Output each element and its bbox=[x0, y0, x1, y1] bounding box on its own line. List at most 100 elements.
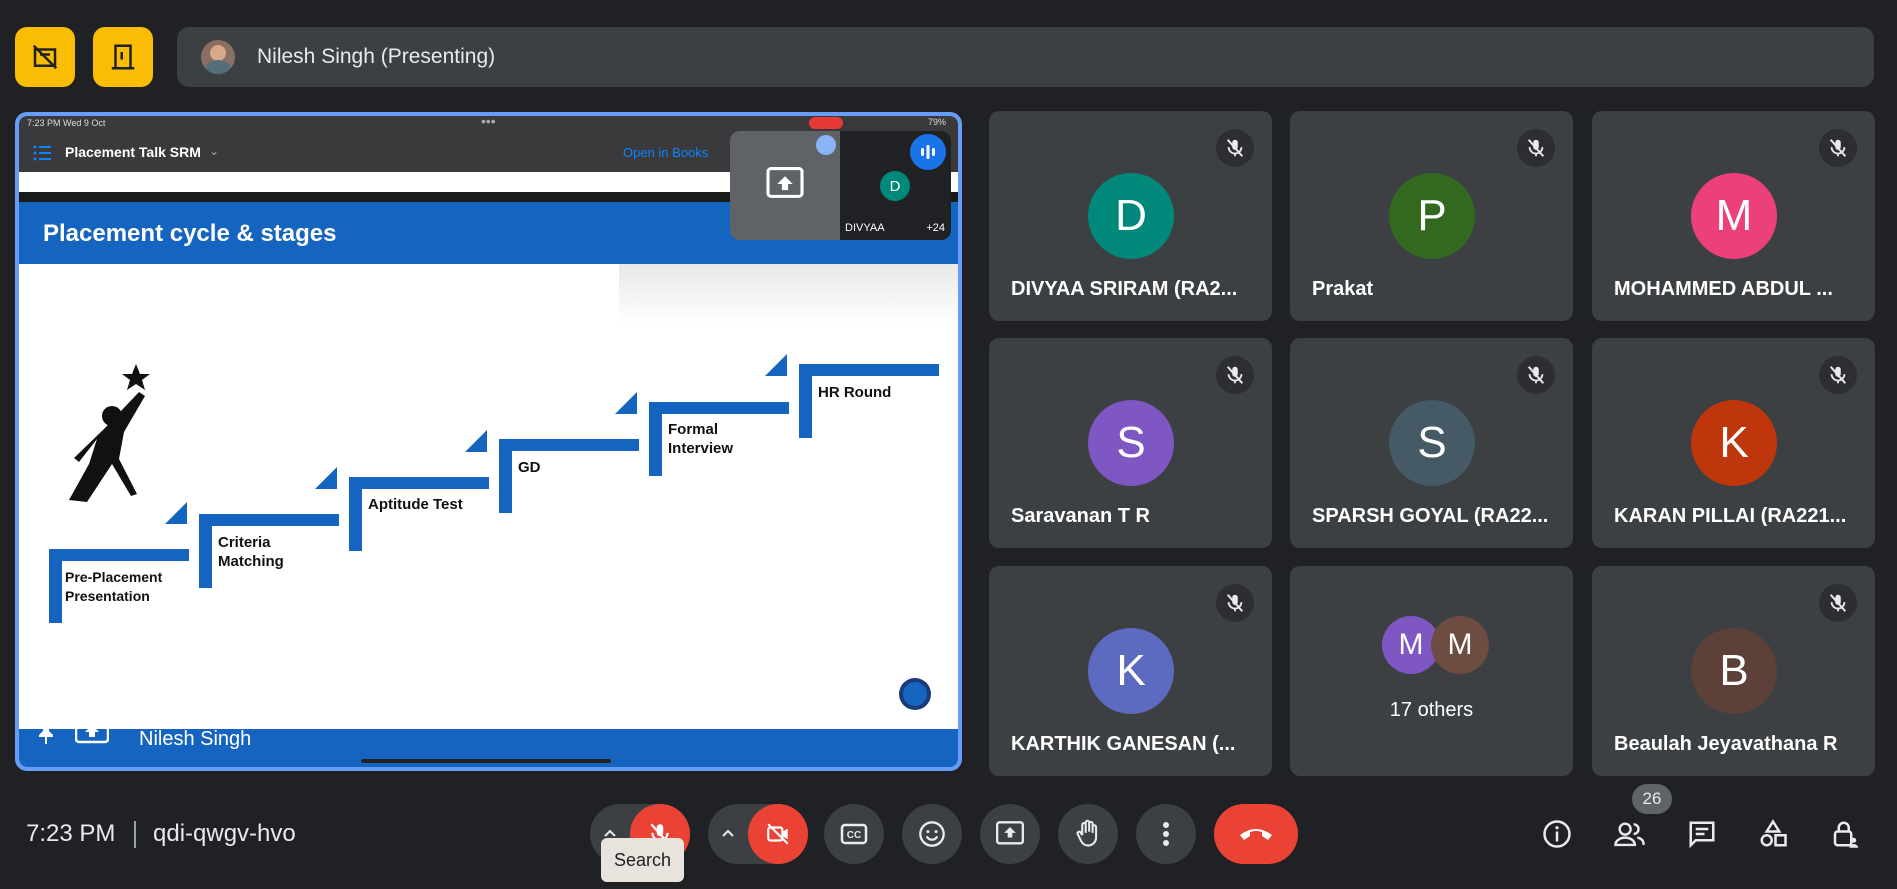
meeting-code[interactable]: qdi-qwgv-hvo bbox=[153, 820, 296, 848]
muted-indicator bbox=[1216, 584, 1254, 622]
audio-indicator-icon bbox=[816, 135, 836, 155]
participant-name: SPARSH GOYAL (RA22... bbox=[1312, 505, 1549, 527]
search-tooltip: Search bbox=[601, 838, 684, 882]
door-icon bbox=[111, 44, 135, 70]
participant-name: Prakat bbox=[1312, 278, 1374, 300]
people-icon bbox=[1614, 822, 1645, 847]
footer-divider bbox=[134, 821, 136, 848]
chat-icon bbox=[1689, 821, 1715, 849]
participant-tile[interactable]: B Beaulah Jeyavathana R bbox=[1592, 566, 1875, 776]
participant-name: Beaulah Jeyavathana R bbox=[1614, 733, 1838, 755]
mic-off-icon bbox=[1226, 366, 1244, 384]
reactions-button[interactable] bbox=[902, 804, 962, 864]
camera-button[interactable] bbox=[748, 804, 808, 864]
participant-avatar: K bbox=[1691, 400, 1777, 486]
chevron-up-icon bbox=[722, 829, 734, 837]
muted-indicator bbox=[1819, 129, 1857, 167]
people-button[interactable] bbox=[1610, 814, 1650, 854]
participant-tile[interactable]: K KARTHIK GANESAN (... bbox=[989, 566, 1272, 776]
participant-avatar: D bbox=[1088, 173, 1174, 259]
participant-avatar: S bbox=[1389, 400, 1475, 486]
participant-tile[interactable]: P Prakat bbox=[1290, 111, 1573, 321]
participant-tile[interactable]: M M 17 others bbox=[1290, 566, 1573, 776]
presenter-banner: Nilesh Singh (Presenting) bbox=[177, 27, 1874, 87]
open-in-books-link[interactable]: Open in Books bbox=[623, 145, 708, 160]
slide-heading: Placement cycle & stages bbox=[43, 220, 337, 247]
mic-off-icon bbox=[1829, 594, 1847, 612]
participant-tile[interactable]: K KARAN PILLAI (RA221... bbox=[1592, 338, 1875, 548]
mic-off-icon bbox=[1829, 139, 1847, 157]
chat-button[interactable] bbox=[1682, 814, 1722, 854]
meeting-clock: 7:23 PM bbox=[26, 820, 116, 847]
participant-tile[interactable]: S Saravanan T R bbox=[989, 338, 1272, 548]
muted-indicator bbox=[1819, 356, 1857, 394]
present-screen-icon bbox=[766, 167, 804, 198]
participant-tile[interactable]: D DIVYAA SRIRAM (RA2... bbox=[989, 111, 1272, 321]
participant-avatar: S bbox=[1088, 400, 1174, 486]
present-now-button[interactable] bbox=[980, 804, 1040, 864]
others-label: 17 others bbox=[1389, 699, 1474, 721]
speaking-icon bbox=[910, 134, 946, 170]
host-controls-button[interactable] bbox=[1825, 814, 1865, 854]
participant-tile[interactable]: S SPARSH GOYAL (RA22... bbox=[1290, 338, 1573, 548]
hide-tiles-button[interactable] bbox=[15, 27, 75, 87]
mic-off-icon bbox=[1226, 139, 1244, 157]
participant-name: KARAN PILLAI (RA221... bbox=[1614, 505, 1847, 527]
present-icon bbox=[75, 719, 109, 744]
ipad-battery: 79% bbox=[927, 117, 946, 127]
chevron-down-icon[interactable]: ⌄ bbox=[209, 144, 219, 158]
mic-off-icon bbox=[1527, 366, 1545, 384]
participant-avatar: M bbox=[1691, 173, 1777, 259]
meeting-details-button[interactable] bbox=[1537, 814, 1577, 854]
captions-button[interactable]: CC bbox=[824, 804, 884, 864]
stage-presenter-name: Nilesh Singh bbox=[139, 728, 252, 750]
more-vertical-icon bbox=[1163, 822, 1169, 846]
muted-indicator bbox=[1216, 356, 1254, 394]
participant-avatar: B bbox=[1691, 628, 1777, 714]
step-hr-round: HR Round bbox=[818, 384, 892, 401]
pip-count: +24 bbox=[926, 222, 945, 234]
step-gd: GD bbox=[518, 459, 541, 476]
emoji-icon bbox=[919, 821, 945, 847]
hand-icon bbox=[1076, 819, 1098, 847]
step-formal-interview: Formal Interview bbox=[668, 421, 734, 457]
mic-off-icon bbox=[1226, 594, 1244, 612]
mic-off-icon bbox=[1829, 366, 1847, 384]
participant-tile[interactable]: M MOHAMMED ABDUL ... bbox=[1592, 111, 1875, 321]
muted-indicator bbox=[1517, 129, 1555, 167]
ipad-time: 7:23 PM Wed 9 Oct bbox=[27, 118, 106, 128]
ipad-dots-icon: ••• bbox=[481, 113, 496, 129]
no-video-tiles-icon bbox=[32, 44, 58, 70]
pin-icon[interactable] bbox=[35, 719, 57, 745]
present-screen-icon bbox=[996, 821, 1024, 845]
mic-off-icon bbox=[1527, 139, 1545, 157]
presentation-stage[interactable]: 7:23 PM Wed 9 Oct ••• 79% Placement Talk… bbox=[15, 112, 962, 771]
lock-person-icon bbox=[1833, 821, 1859, 848]
step-aptitude-test: Aptitude Test bbox=[368, 496, 463, 513]
document-title[interactable]: Placement Talk SRM bbox=[65, 144, 201, 160]
hang-up-icon bbox=[1240, 829, 1272, 840]
raise-hand-button[interactable] bbox=[1058, 804, 1118, 864]
participant-avatar: P bbox=[1389, 173, 1475, 259]
leave-call-button[interactable] bbox=[1214, 804, 1298, 864]
participant-name: Saravanan T R bbox=[1011, 505, 1150, 527]
pip-name: DIVYAA bbox=[845, 222, 885, 234]
info-icon bbox=[1543, 820, 1571, 848]
activities-button[interactable] bbox=[1753, 814, 1793, 854]
camera-options-chevron[interactable] bbox=[708, 804, 748, 864]
list-icon[interactable] bbox=[33, 145, 51, 161]
participant-count-badge: 26 bbox=[1632, 784, 1672, 814]
pip-avatar: D bbox=[880, 171, 910, 201]
recording-pill bbox=[809, 117, 843, 129]
muted-indicator bbox=[1517, 356, 1555, 394]
staircase-graphic bbox=[49, 264, 958, 710]
participant-name: DIVYAA SRIRAM (RA2... bbox=[1011, 278, 1238, 300]
participant-avatar: K bbox=[1088, 628, 1174, 714]
home-indicator bbox=[361, 759, 611, 763]
shapes-icon bbox=[1760, 819, 1787, 847]
leave-door-button[interactable] bbox=[93, 27, 153, 87]
participant-name: MOHAMMED ABDUL ... bbox=[1614, 278, 1833, 300]
closed-captions-icon: CC bbox=[840, 823, 868, 845]
pip-window[interactable]: D DIVYAA +24 bbox=[730, 131, 951, 240]
more-options-button[interactable] bbox=[1136, 804, 1196, 864]
